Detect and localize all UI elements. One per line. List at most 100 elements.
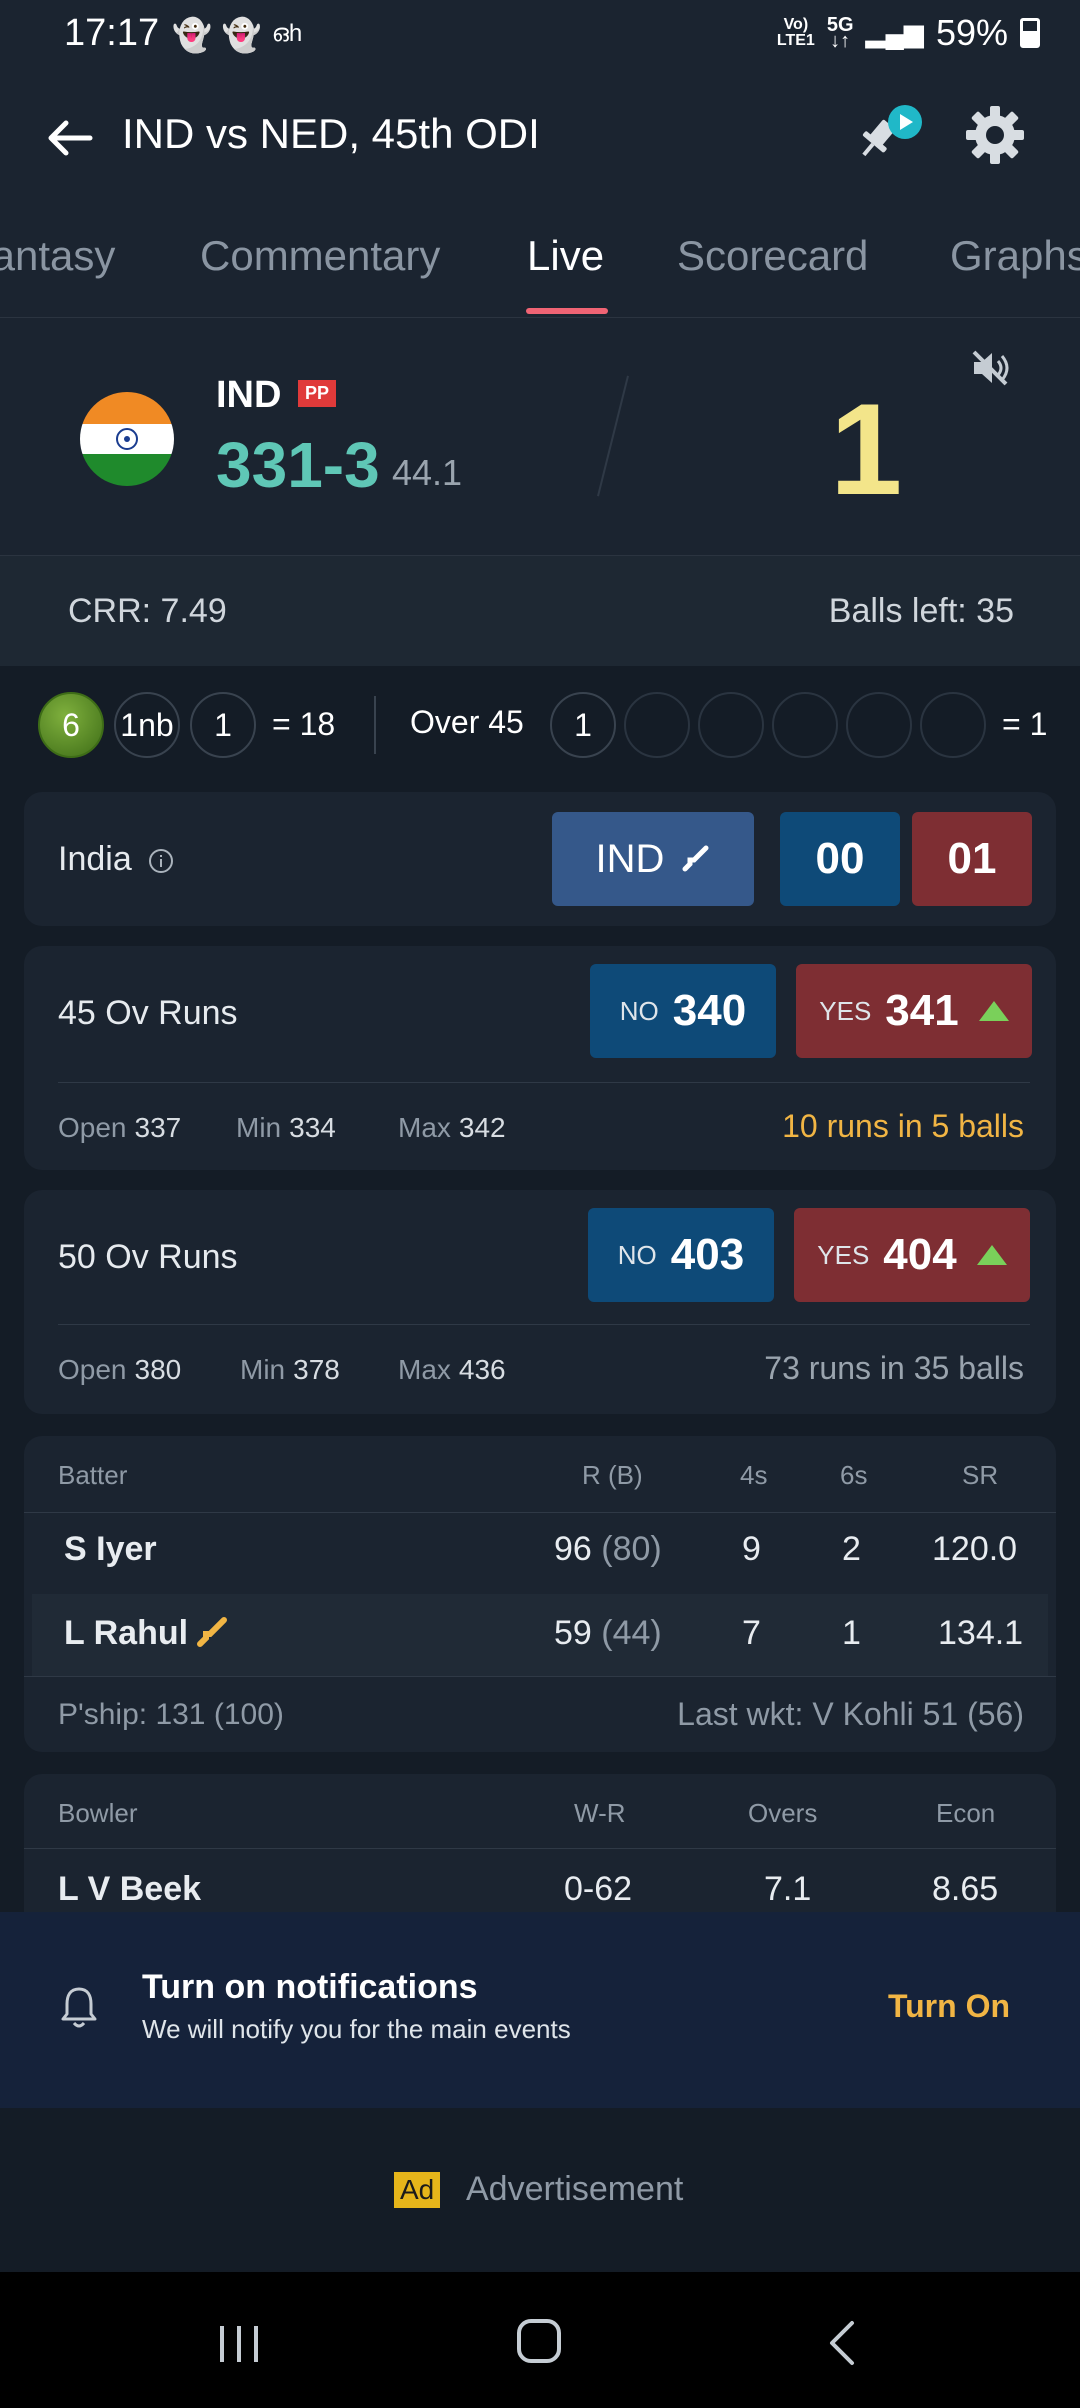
odds-back-button[interactable]: 00	[780, 812, 900, 906]
advertisement-slot[interactable]: Ad Advertisement	[0, 2108, 1080, 2272]
col-header-runs: R (B)	[582, 1460, 643, 1490]
tab-bar: Fantasy Commentary Live Scorecard Graphs	[0, 202, 1080, 318]
session-yes-button[interactable]: YES 341	[796, 964, 1032, 1058]
team-overs: 44.1	[392, 452, 463, 493]
volte-icon: Vo) LTE1	[776, 16, 815, 49]
batter-sr: 134.1	[938, 1614, 1024, 1652]
batter-fours: 7	[742, 1614, 761, 1652]
score-divider	[597, 375, 629, 497]
bowling-card: Bowler W-R Overs Econ L V Beek 0-62 7.1 …	[24, 1774, 1056, 1934]
col-header-batter: Batter	[58, 1460, 128, 1490]
back-nav-icon[interactable]	[822, 2318, 862, 2368]
tab-fantasy[interactable]: Fantasy	[0, 232, 115, 280]
pin-play-icon[interactable]	[850, 98, 930, 168]
india-flag-icon	[80, 392, 174, 486]
session-no-button[interactable]: NO 403	[588, 1208, 774, 1302]
balls-left: Balls left: 35	[828, 592, 1014, 630]
page-title: IND vs NED, 45th ODI	[122, 110, 540, 157]
session-no-button[interactable]: NO 340	[590, 964, 776, 1058]
app-screen: 17:17 👻 👻 ഒh Vo) LTE1 5G ↓↑ ▂▄▆ 59% IND …	[0, 0, 1080, 2408]
ball-chip: 1nb	[114, 692, 180, 758]
status-left-icons: 👻 👻 ഒh	[172, 16, 302, 54]
ball-chip-empty	[920, 692, 986, 758]
batter-sr: 120.0	[932, 1530, 1018, 1568]
team-score: 331-3	[216, 429, 380, 501]
session-label: 45 Ov Runs	[58, 994, 238, 1032]
bowler-wr: 0-62	[564, 1870, 633, 1908]
ball-chip: 1	[190, 692, 256, 758]
session-open: Open 337	[58, 1112, 182, 1143]
table-divider	[24, 1676, 1056, 1677]
odds-team-label: India	[58, 840, 132, 878]
tab-graphs[interactable]: Graphs	[950, 232, 1080, 280]
card-divider	[58, 1324, 1030, 1325]
notification-title: Turn on notifications	[142, 1968, 478, 2006]
5g-icon: 5G ↓↑	[826, 14, 854, 52]
score-panel: IND PP 331-3 44.1 1	[0, 318, 1080, 556]
speaker-muted-icon[interactable]	[968, 346, 1012, 390]
current-over-total: = 1	[1002, 706, 1048, 742]
notification-subtitle: We will notify you for the main events	[142, 2014, 571, 2044]
ad-label: Advertisement	[466, 2170, 684, 2208]
status-right: Vo) LTE1 5G ↓↑ ▂▄▆ 59%	[777, 12, 1040, 54]
batter-sixes: 2	[842, 1530, 861, 1568]
session-projection: 10 runs in 5 balls	[782, 1108, 1024, 1144]
settings-gear-icon[interactable]	[960, 100, 1030, 170]
session-max: Max 436	[398, 1354, 506, 1385]
signal-icon: ▂▄▆	[865, 17, 924, 48]
tab-commentary[interactable]: Commentary	[200, 232, 440, 280]
card-divider	[58, 1082, 1030, 1083]
app-header: IND vs NED, 45th ODI	[0, 72, 1080, 202]
current-run-rate: CRR: 7.49	[68, 592, 227, 630]
bowler-econ: 8.65	[932, 1870, 999, 1908]
ball-chip-empty	[846, 692, 912, 758]
ball-chip: 6	[38, 692, 104, 758]
batting-card: Batter R (B) 4s 6s SR S Iyer 96 (80) 9 2…	[24, 1436, 1056, 1752]
run-rate-bar: CRR: 7.49 Balls left: 35	[0, 556, 1080, 666]
recents-icon[interactable]	[214, 2324, 264, 2364]
status-bar: 17:17 👻 👻 ഒh Vo) LTE1 5G ↓↑ ▂▄▆ 59%	[0, 0, 1080, 72]
table-divider	[24, 1512, 1056, 1513]
col-header-sr: SR	[962, 1460, 999, 1490]
status-time: 17:17	[64, 12, 160, 54]
trend-up-icon	[978, 1001, 1009, 1021]
col-header-sixes: 6s	[840, 1460, 868, 1490]
bat-icon	[682, 845, 709, 872]
session-card-50: 50 Ov Runs NO 403 YES 404 Open 380 Min 378 M…	[24, 1190, 1056, 1414]
snapchat-icon: 👻	[221, 17, 262, 53]
odds-lay-button[interactable]: 01	[912, 812, 1032, 906]
tab-scorecard[interactable]: Scorecard	[677, 232, 868, 280]
col-header-fours: 4s	[740, 1460, 768, 1490]
session-yes-button[interactable]: YES 404	[794, 1208, 1030, 1302]
batter-sixes: 1	[842, 1614, 861, 1652]
ad-badge: Ad	[394, 2172, 441, 2208]
strip-divider	[374, 696, 376, 754]
ball-chip-empty	[624, 692, 690, 758]
batter-name: L Rahul	[64, 1614, 189, 1652]
last-wicket: Last wkt: V Kohli 51 (56)	[677, 1696, 1024, 1732]
col-header-wr: W-R	[574, 1798, 626, 1828]
ball-chip-empty	[698, 692, 764, 758]
tab-live[interactable]: Live	[527, 232, 604, 280]
notification-banner: Turn on notifications We will notify you…	[0, 1912, 1080, 2108]
last-ball-result: 1	[830, 376, 903, 522]
batter-runs: 59 (44)	[554, 1614, 662, 1652]
session-min: Min 378	[240, 1354, 340, 1385]
bell-icon	[61, 1987, 97, 2028]
home-icon[interactable]	[514, 2316, 564, 2366]
session-projection: 73 runs in 35 balls	[764, 1350, 1024, 1386]
odds-team-pill[interactable]: IND	[552, 812, 754, 906]
batter-runs: 96 (80)	[554, 1530, 662, 1568]
info-icon[interactable]	[148, 848, 174, 874]
back-arrow-icon[interactable]	[40, 108, 100, 168]
battery-percent: 59%	[935, 12, 1008, 53]
turn-on-button[interactable]: Turn On	[888, 1988, 1010, 2025]
trend-up-icon	[976, 1245, 1007, 1265]
ball-chip-empty	[772, 692, 838, 758]
snapchat-icon: 👻	[172, 17, 212, 53]
session-max: Max 342	[398, 1112, 506, 1143]
battery-icon	[1020, 18, 1040, 48]
session-open: Open 380	[58, 1354, 182, 1385]
system-nav-bar	[0, 2272, 1080, 2408]
ball-chip: 1	[550, 692, 616, 758]
